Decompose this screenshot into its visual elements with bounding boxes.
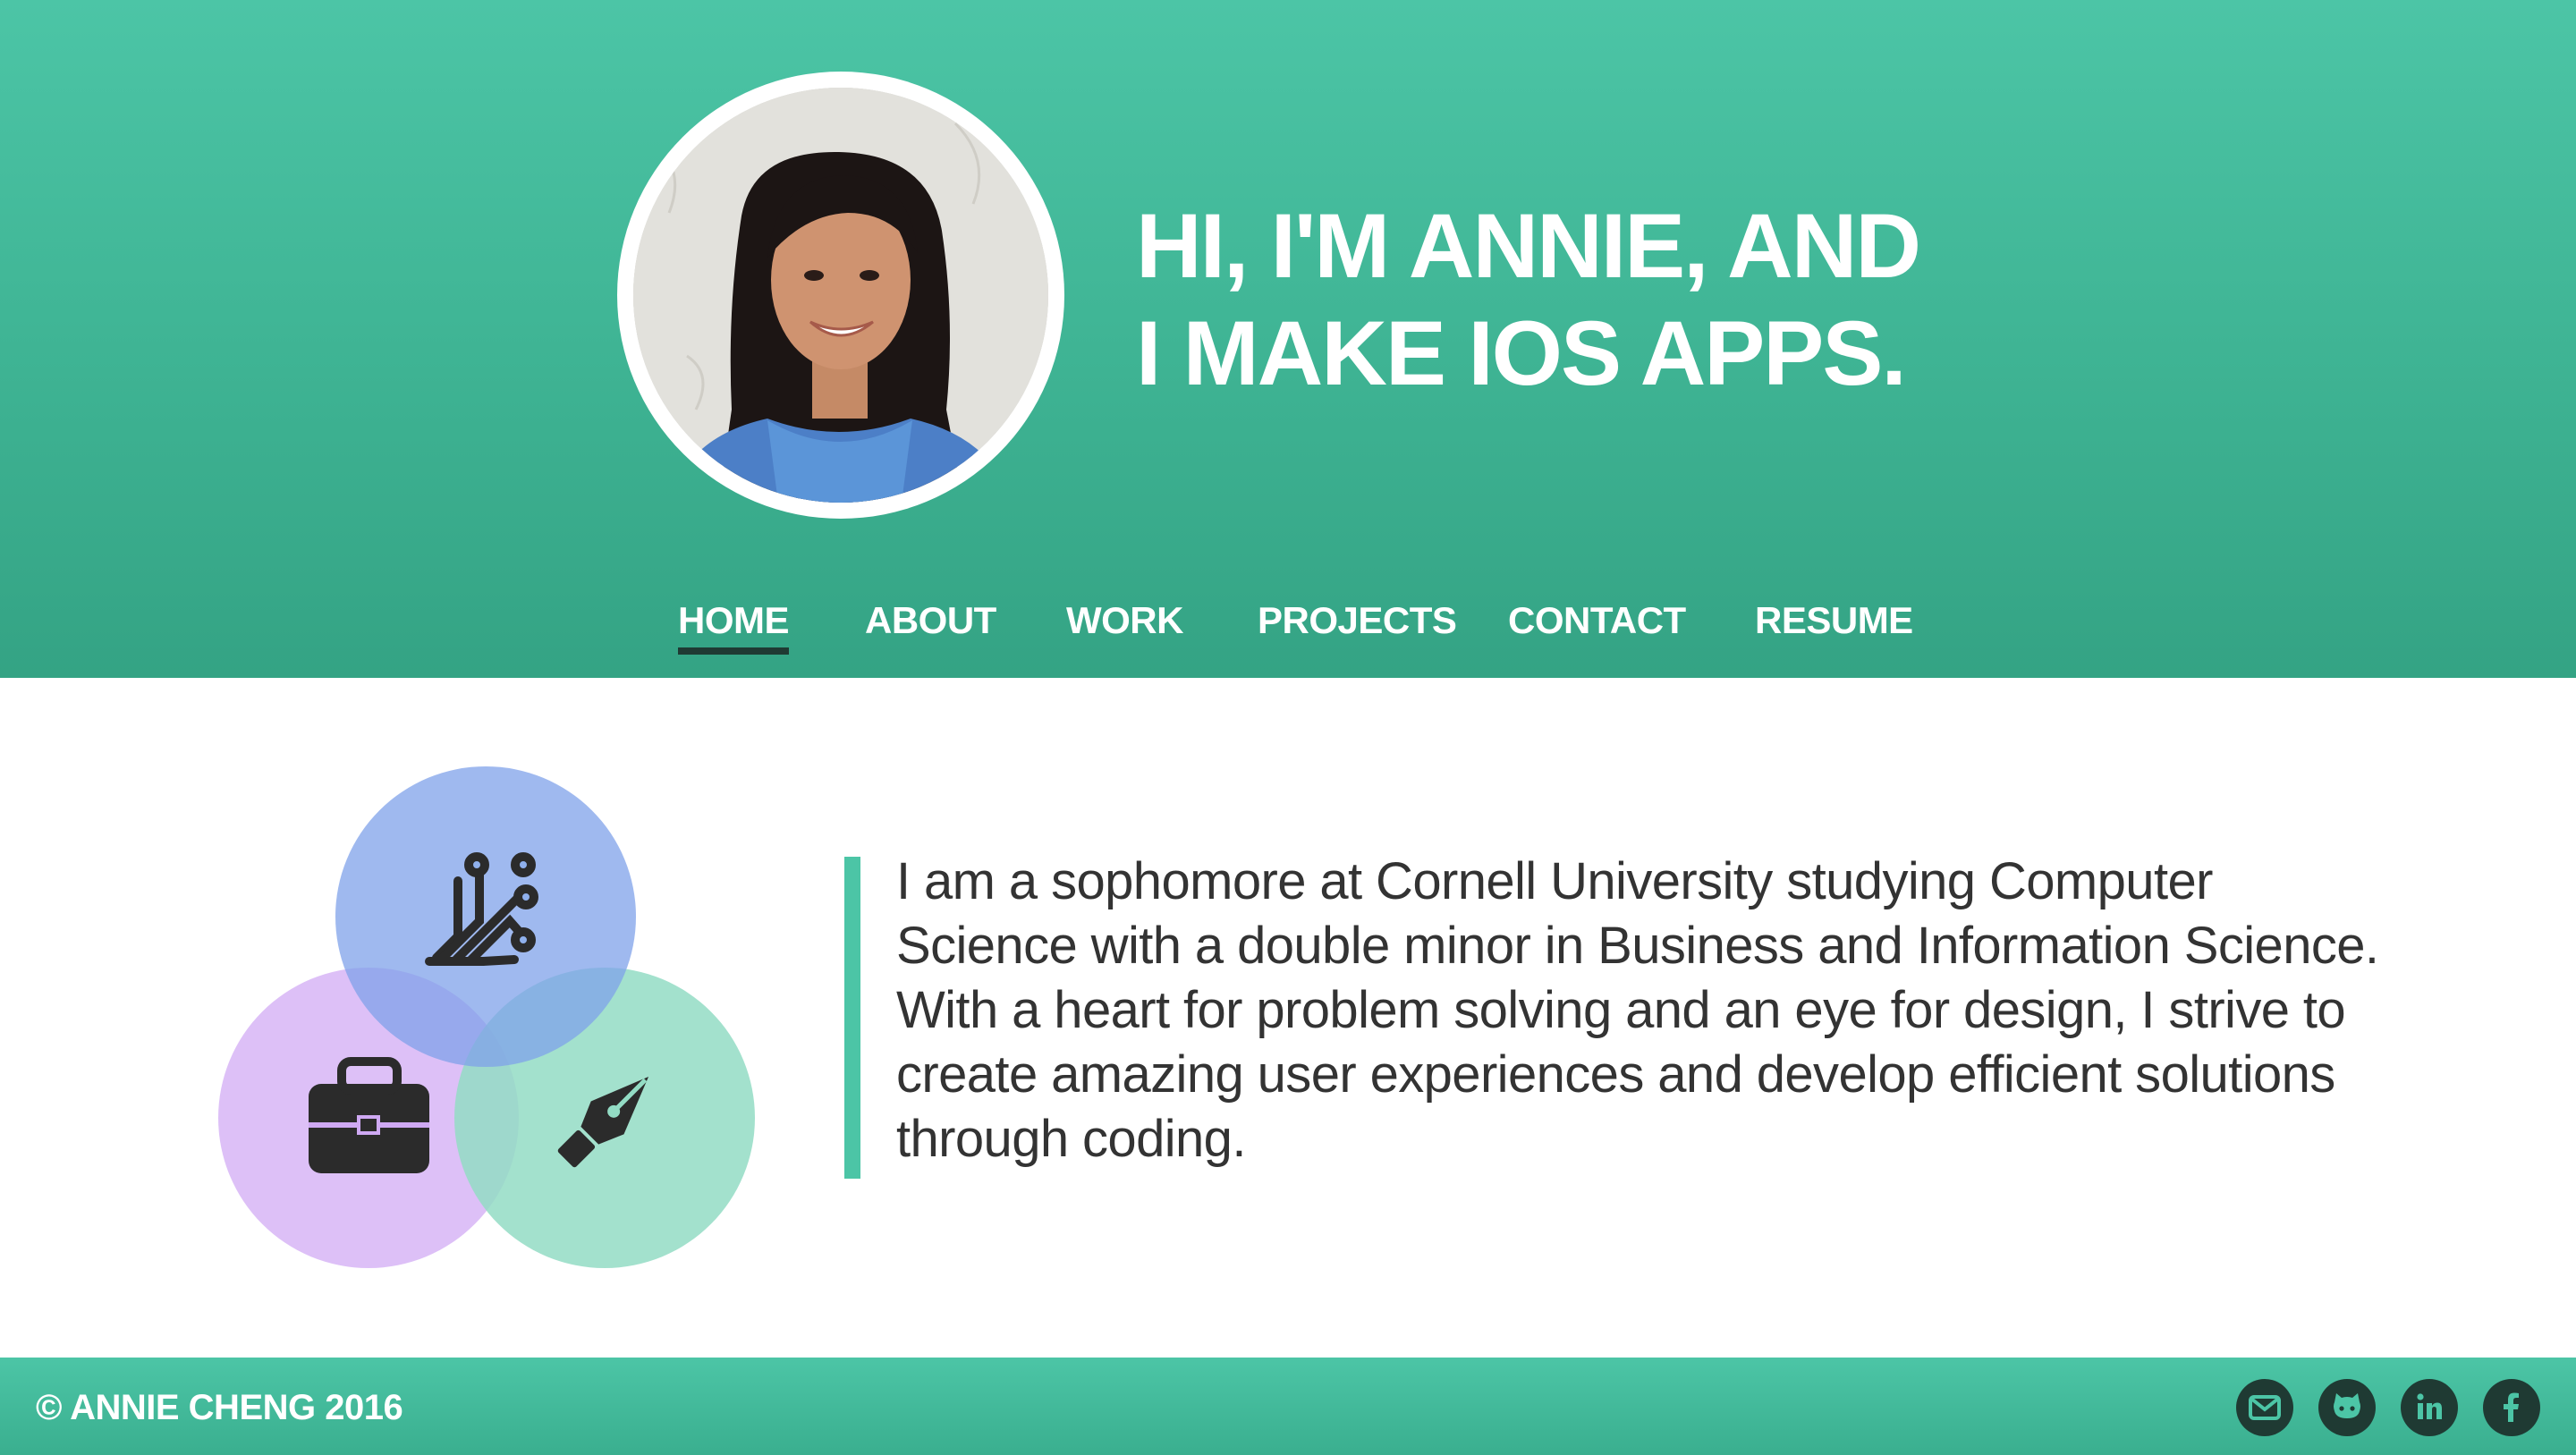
venn-circle-blue (335, 766, 636, 1067)
hero-headline: HI, I'M ANNIE, AND I MAKE IOS APPS. (1136, 192, 1921, 407)
intro-text: I am a sophomore at Cornell University s… (896, 852, 2379, 1168)
github-icon[interactable] (2318, 1379, 2376, 1436)
copyright-text: © ANNIE CHENG 2016 (36, 1388, 403, 1427)
avatar-ring (617, 72, 1064, 519)
site-header: HI, I'M ANNIE, AND I MAKE IOS APPS. HOME… (0, 0, 2576, 678)
hero-headline-line-1: HI, I'M ANNIE, AND (1136, 195, 1921, 297)
nav-item-contact[interactable]: CONTACT (1508, 597, 1686, 644)
nav-item-projects[interactable]: PROJECTS (1258, 597, 1457, 644)
email-icon[interactable] (2236, 1379, 2293, 1436)
nav-item-about[interactable]: ABOUT (865, 597, 996, 644)
nav-item-home[interactable]: HOME (678, 597, 790, 655)
linkedin-icon[interactable] (2401, 1379, 2458, 1436)
site-footer: © ANNIE CHENG 2016 (0, 1358, 2576, 1455)
skills-venn-diagram (215, 765, 760, 1274)
facebook-icon[interactable] (2483, 1379, 2540, 1436)
hero-headline-line-2: I MAKE IOS APPS. (1136, 302, 1907, 404)
nav-item-work[interactable]: WORK (1066, 597, 1183, 644)
intro-blockquote: I am a sophomore at Cornell University s… (844, 852, 2401, 1179)
main-nav: HOME ABOUT WORK PROJECTS CONTACT RESUME (0, 597, 2576, 655)
avatar (633, 88, 1048, 503)
avatar-photo (633, 88, 1048, 503)
nav-item-resume[interactable]: RESUME (1755, 597, 1913, 644)
